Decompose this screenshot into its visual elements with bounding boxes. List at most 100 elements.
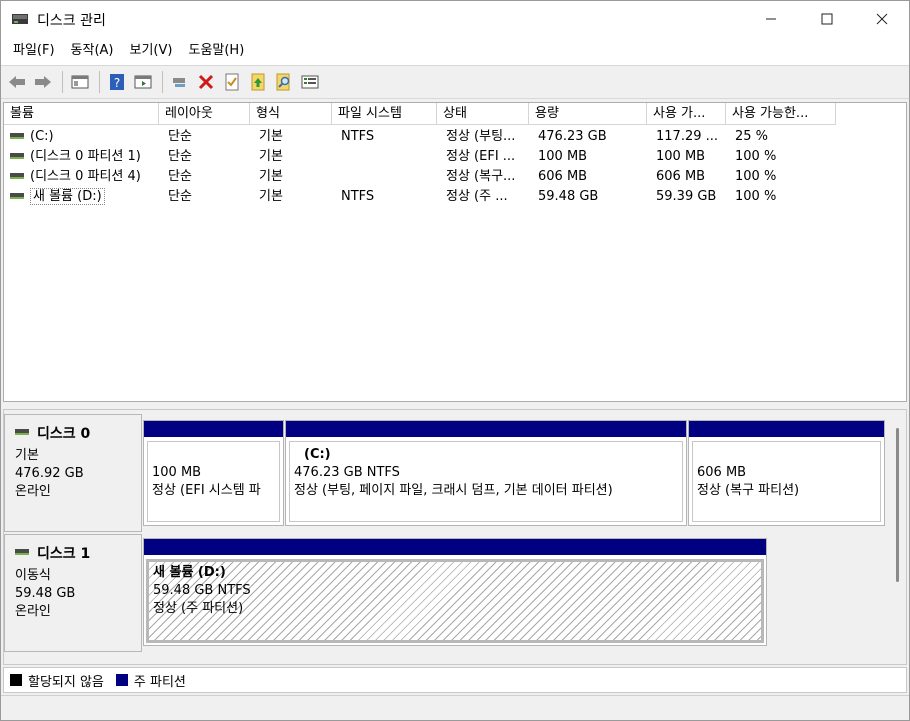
capacity-cell: 606 MB: [538, 169, 588, 184]
volume-icon: [10, 172, 24, 179]
search-icon: [276, 73, 290, 91]
column-header-filesystem[interactable]: 파일 시스템: [332, 103, 437, 125]
volume-cell: (C:): [4, 127, 159, 147]
back-button[interactable]: [5, 70, 29, 94]
help-button[interactable]: ?: [105, 70, 129, 94]
forward-button[interactable]: [31, 70, 55, 94]
partition-c[interactable]: (C:) 476.23 GB NTFS 정상 (부팅, 페이지 파일, 크래시 …: [285, 420, 687, 526]
partition-d[interactable]: 새 볼륨 (D:) 59.48 GB NTFS 정상 (주 파티션): [143, 538, 767, 646]
minimize-icon: [766, 18, 776, 20]
column-header-volume[interactable]: 볼륨: [4, 103, 159, 125]
column-header-capacity[interactable]: 용량: [529, 103, 647, 125]
connect-drive-button[interactable]: [168, 70, 192, 94]
partition-status: 정상 (복구 파티션): [697, 483, 800, 498]
partition-size: 476.23 GB NTFS: [294, 465, 400, 480]
primary-partition-bar: [689, 421, 884, 437]
disk-0-label[interactable]: 디스크 0 기본 476.92 GB 온라인: [4, 414, 142, 532]
column-header-free-space[interactable]: 사용 가...: [647, 103, 726, 125]
connect-drive-icon: [173, 78, 185, 87]
volume-cell: (디스크 0 파티션 1): [4, 147, 159, 167]
column-header-layout[interactable]: 레이아웃: [159, 103, 250, 125]
delete-button[interactable]: [194, 70, 218, 94]
maximize-icon: [821, 13, 833, 25]
menu-help[interactable]: 도움말(H): [180, 37, 252, 65]
minimize-button[interactable]: [743, 1, 799, 37]
disk-management-app-icon: [12, 14, 28, 24]
help-icon: ?: [110, 74, 124, 90]
partition-size: 606 MB: [697, 465, 747, 480]
console-tree-icon: [71, 75, 89, 89]
table-row[interactable]: (디스크 0 파티션 4) 단순 기본 정상 (복구... 606 MB 606…: [4, 167, 906, 187]
action-pane-icon: [134, 75, 152, 89]
disk-title: 디스크 0: [15, 423, 131, 443]
disk-graphical-view: 디스크 0 기본 476.92 GB 온라인 100 MB 정상 (EFI 시스…: [3, 409, 907, 665]
layout-cell: 단순: [168, 189, 192, 204]
disk-status: 온라인: [15, 604, 51, 619]
free-space-cell: 606 MB: [656, 169, 706, 184]
partition-label: (C:): [304, 447, 331, 462]
status-cell: 정상 (부팅...: [446, 129, 516, 144]
menu-view[interactable]: 보기(V): [122, 37, 181, 65]
partition-size: 59.48 GB NTFS: [153, 583, 251, 598]
console-tree-button[interactable]: [68, 70, 92, 94]
partition-body: (C:) 476.23 GB NTFS 정상 (부팅, 페이지 파일, 크래시 …: [289, 441, 683, 522]
volume-cell: (디스크 0 파티션 4): [4, 167, 159, 187]
close-icon: [876, 13, 888, 25]
column-header-percent-free[interactable]: 사용 가능한...: [726, 103, 836, 125]
partition-status: 정상 (EFI 시스템 파: [152, 483, 261, 498]
volume-icon: [10, 132, 24, 139]
type-cell: 기본: [259, 149, 283, 164]
menu-file[interactable]: 파일(F): [5, 37, 63, 65]
unallocated-swatch: [10, 674, 22, 686]
free-space-cell: 59.39 GB: [656, 189, 717, 204]
table-row[interactable]: (디스크 0 파티션 1) 단순 기본 정상 (EFI ... 100 MB 1…: [4, 147, 906, 167]
type-cell: 기본: [259, 189, 283, 204]
capacity-cell: 476.23 GB: [538, 129, 607, 144]
layout-cell: 단순: [168, 129, 192, 144]
percent-free-cell: 100 %: [735, 169, 777, 184]
column-header-status[interactable]: 상태: [437, 103, 529, 125]
column-header-type[interactable]: 형식: [250, 103, 332, 125]
import-button[interactable]: [246, 70, 270, 94]
disk-1-label[interactable]: 디스크 1 이동식 59.48 GB 온라인: [4, 534, 142, 652]
vertical-scrollbar[interactable]: [896, 428, 899, 582]
layout-cell: 단순: [168, 169, 192, 184]
table-row[interactable]: 새 볼륨 (D:) 단순 기본 NTFS 정상 (주 ... 59.48 GB …: [4, 187, 906, 207]
menu-action[interactable]: 동작(A): [63, 37, 122, 65]
disk-icon: [15, 549, 29, 555]
action-pane-button[interactable]: [131, 70, 155, 94]
view-button[interactable]: [298, 70, 322, 94]
window-title: 디스크 관리: [37, 13, 106, 29]
close-button[interactable]: [854, 1, 910, 37]
legend: 할당되지 않음 주 파티션: [3, 667, 907, 693]
delete-icon: [198, 74, 214, 90]
filesystem-cell: [335, 147, 437, 167]
disk-name: 디스크 0: [37, 426, 91, 442]
layout-cell: 단순: [168, 149, 192, 164]
partition-body: 새 볼륨 (D:) 59.48 GB NTFS 정상 (주 파티션): [146, 559, 764, 643]
partition-status: 정상 (부팅, 페이지 파일, 크래시 덤프, 기본 데이터 파티션): [294, 483, 613, 498]
properties-button[interactable]: [220, 70, 244, 94]
primary-partition-swatch: [115, 674, 128, 686]
primary-partition-bar: [144, 421, 283, 437]
partition-recovery[interactable]: 606 MB 정상 (복구 파티션): [688, 420, 885, 526]
primary-partition-bar: [286, 421, 686, 437]
percent-free-cell: 25 %: [735, 129, 769, 144]
volume-icon: [10, 152, 24, 159]
disk-status: 온라인: [15, 484, 51, 499]
forward-icon: [35, 76, 51, 88]
disk-size: 476.92 GB: [15, 466, 84, 481]
primary-partition-bar: [144, 539, 766, 555]
title-bar: 디스크 관리: [1, 1, 909, 37]
search-button[interactable]: [272, 70, 296, 94]
capacity-cell: 100 MB: [538, 149, 588, 164]
volume-icon: [10, 192, 24, 199]
toolbar-separator: [162, 71, 163, 93]
partition-efi[interactable]: 100 MB 정상 (EFI 시스템 파: [143, 420, 284, 526]
partition-body: 606 MB 정상 (복구 파티션): [692, 441, 881, 522]
filesystem-cell: [335, 167, 437, 187]
free-space-cell: 100 MB: [656, 149, 706, 164]
partition-status: 정상 (주 파티션): [153, 601, 244, 616]
maximize-button[interactable]: [799, 1, 855, 37]
table-row[interactable]: (C:) 단순 기본 NTFS 정상 (부팅... 476.23 GB 117.…: [4, 127, 906, 147]
